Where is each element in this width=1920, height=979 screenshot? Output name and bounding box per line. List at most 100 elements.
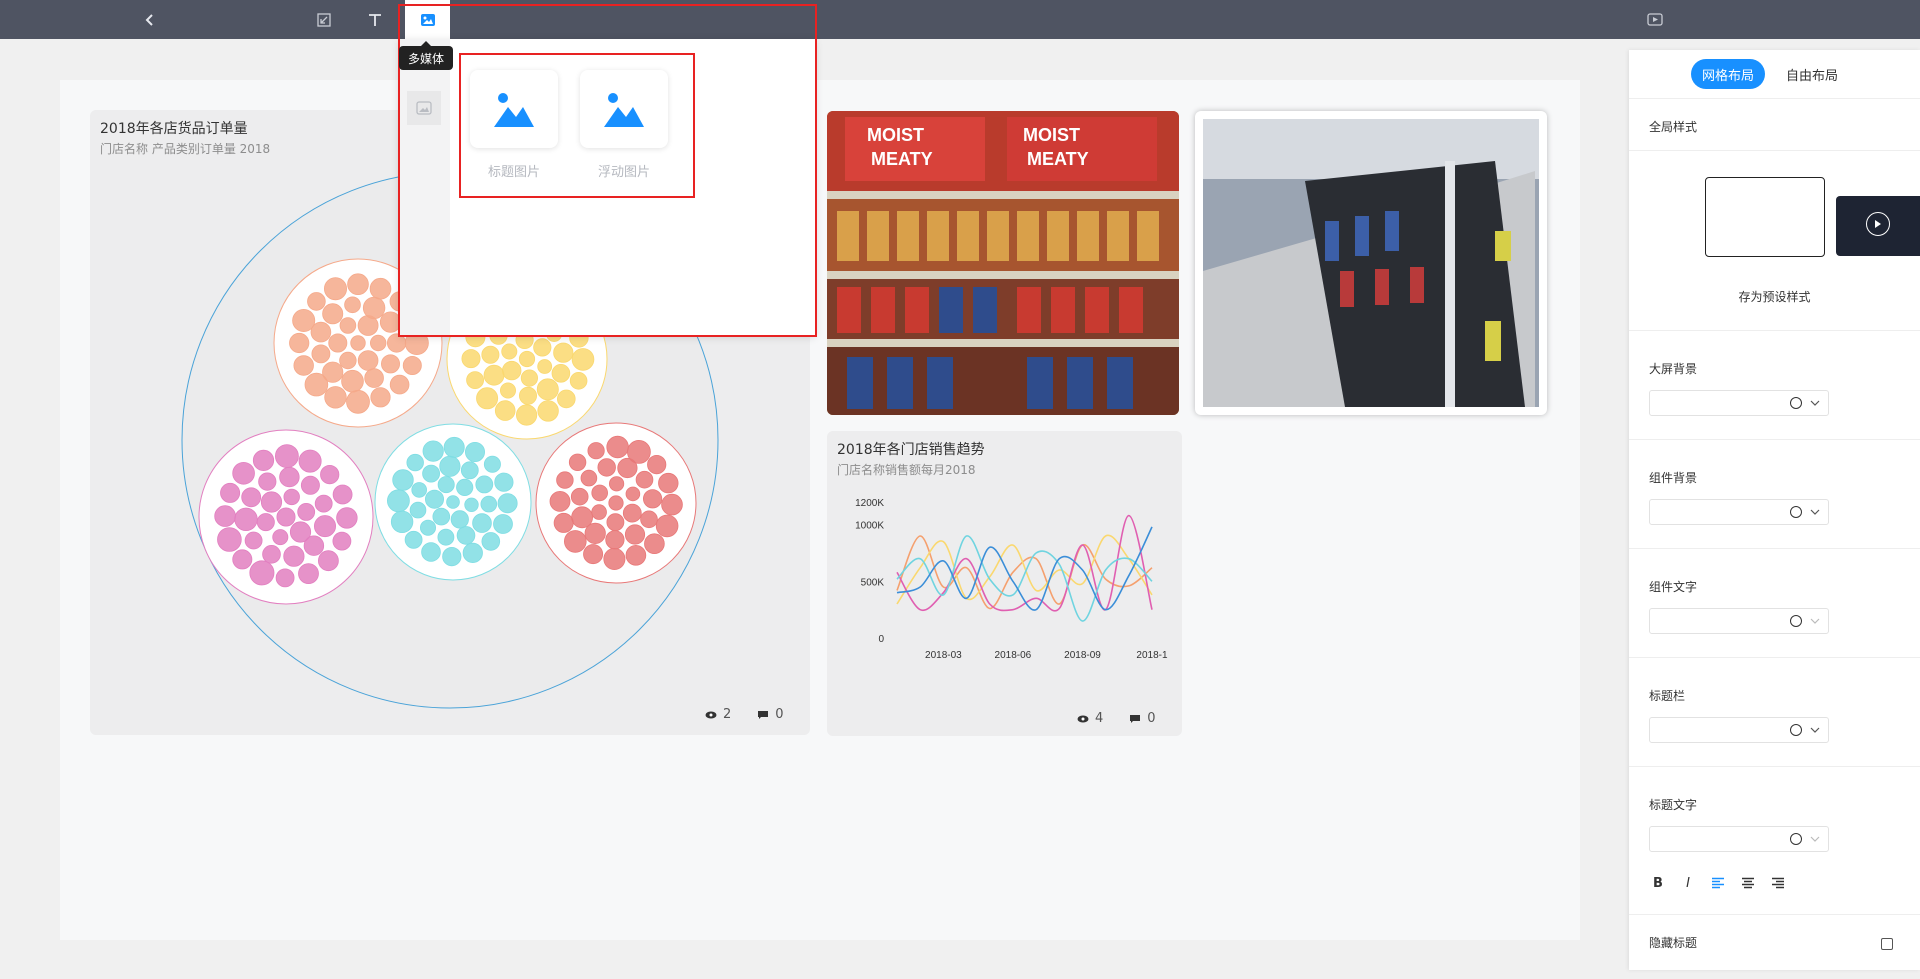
bubble [344, 296, 361, 314]
style-sidebar: 网格布局 自由布局 全局样式 存为预设样式 大屏背景 组件背景 组件文字 标题栏… [1629, 50, 1920, 970]
bubble [518, 350, 536, 368]
bubble [608, 476, 625, 492]
bold-button[interactable]: B [1649, 874, 1667, 892]
bubble [421, 542, 441, 562]
bubble [501, 343, 518, 360]
align-center-icon[interactable] [1739, 874, 1757, 892]
bubble [661, 493, 683, 516]
bubble [494, 400, 516, 421]
divider [1629, 657, 1920, 658]
divider [1629, 98, 1920, 99]
preview-icon[interactable] [1635, 0, 1675, 39]
pet-food-shelf-image: MOIST MEATY MOIST MEATY [827, 111, 1179, 415]
aisle-photo[interactable] [1195, 111, 1547, 415]
top-toolbar [0, 0, 1920, 39]
bubble [622, 503, 642, 523]
bubble [313, 515, 336, 538]
bubble [533, 338, 552, 357]
title-text-color-picker[interactable] [1649, 826, 1829, 852]
widget-text-color-picker[interactable] [1649, 608, 1829, 634]
bubble [293, 355, 314, 376]
bubble [260, 491, 283, 513]
eye-icon [1077, 715, 1089, 722]
tab-free-layout[interactable]: 自由布局 [1775, 59, 1849, 89]
bubble [362, 296, 386, 320]
bubble [232, 461, 255, 485]
bubble [437, 476, 455, 494]
bubble [570, 487, 589, 506]
bubble [347, 273, 369, 296]
bubble [627, 439, 651, 464]
field-label-title-bar: 标题栏 [1649, 689, 1686, 703]
bubble [551, 363, 571, 383]
chevron-down-icon [1810, 400, 1820, 406]
y-tick-label: 0 [878, 634, 884, 645]
bubble [494, 472, 514, 492]
bubble [422, 440, 444, 462]
shelf-photo[interactable]: MOIST MEATY MOIST MEATY [827, 111, 1179, 415]
hide-title-checkbox[interactable] [1881, 938, 1893, 950]
bubble [323, 277, 347, 301]
bubble [411, 482, 428, 498]
series-line [896, 514, 1153, 612]
field-label-screen-bg: 大屏背景 [1649, 362, 1698, 376]
bubble [553, 512, 574, 533]
x-tick-label: 2018-1 [1136, 650, 1168, 661]
bubble [241, 487, 262, 508]
bubble [536, 378, 559, 401]
bubble [591, 504, 607, 520]
divider [1629, 766, 1920, 767]
save-preset-button[interactable]: 存为预设样式 [1629, 288, 1920, 305]
import-icon[interactable] [304, 0, 344, 39]
bubble [571, 506, 594, 529]
bubble [483, 364, 505, 386]
bubble [332, 531, 352, 551]
bubble [605, 530, 625, 550]
bubble [480, 495, 498, 513]
divider [1629, 439, 1920, 440]
bubble [274, 444, 299, 469]
bubble [283, 545, 305, 567]
back-chevron-icon[interactable] [130, 0, 170, 39]
bubble [328, 333, 348, 353]
title-bar-color-picker[interactable] [1649, 717, 1829, 743]
bubble [276, 507, 296, 527]
bubble [298, 563, 319, 585]
chevron-down-icon [1810, 509, 1820, 515]
bubble [624, 524, 646, 545]
preset-light-style[interactable] [1705, 177, 1825, 257]
italic-button[interactable]: I [1679, 874, 1697, 892]
comment-count: 0 [1147, 711, 1156, 726]
bubble [214, 505, 236, 527]
widget-bg-color-picker[interactable] [1649, 499, 1829, 525]
global-style-label: 全局样式 [1649, 120, 1698, 134]
divider [1629, 548, 1920, 549]
tab-grid-layout[interactable]: 网格布局 [1691, 59, 1765, 89]
bubble [556, 471, 574, 489]
y-tick-label: 1000K [855, 521, 884, 532]
screen-bg-color-picker[interactable] [1649, 390, 1829, 416]
view-count: 4 [1095, 711, 1104, 726]
bubble [635, 470, 654, 489]
bubble [409, 501, 427, 519]
bubble [346, 389, 370, 414]
y-tick-label: 500K [861, 577, 885, 588]
text-icon[interactable] [355, 0, 395, 39]
svg-text:MEATY: MEATY [1027, 149, 1089, 169]
bubble [369, 277, 392, 300]
chevron-down-icon [1810, 618, 1820, 624]
bubble [518, 386, 537, 405]
bubble [583, 544, 604, 565]
bubble [655, 514, 679, 538]
bubble [497, 493, 518, 514]
bubble [402, 355, 422, 375]
bubble [350, 335, 366, 351]
bubble [437, 528, 455, 546]
align-left-icon[interactable] [1709, 874, 1727, 892]
preset-dark-style[interactable] [1836, 196, 1920, 256]
bubble [389, 374, 410, 395]
bubble [339, 317, 357, 334]
line-chart-panel[interactable]: 2018年各门店销售趋势 门店名称销售额每月2018 0 500K 1000K 120… [827, 431, 1182, 736]
align-right-icon[interactable] [1769, 874, 1787, 892]
divider [1629, 330, 1920, 331]
